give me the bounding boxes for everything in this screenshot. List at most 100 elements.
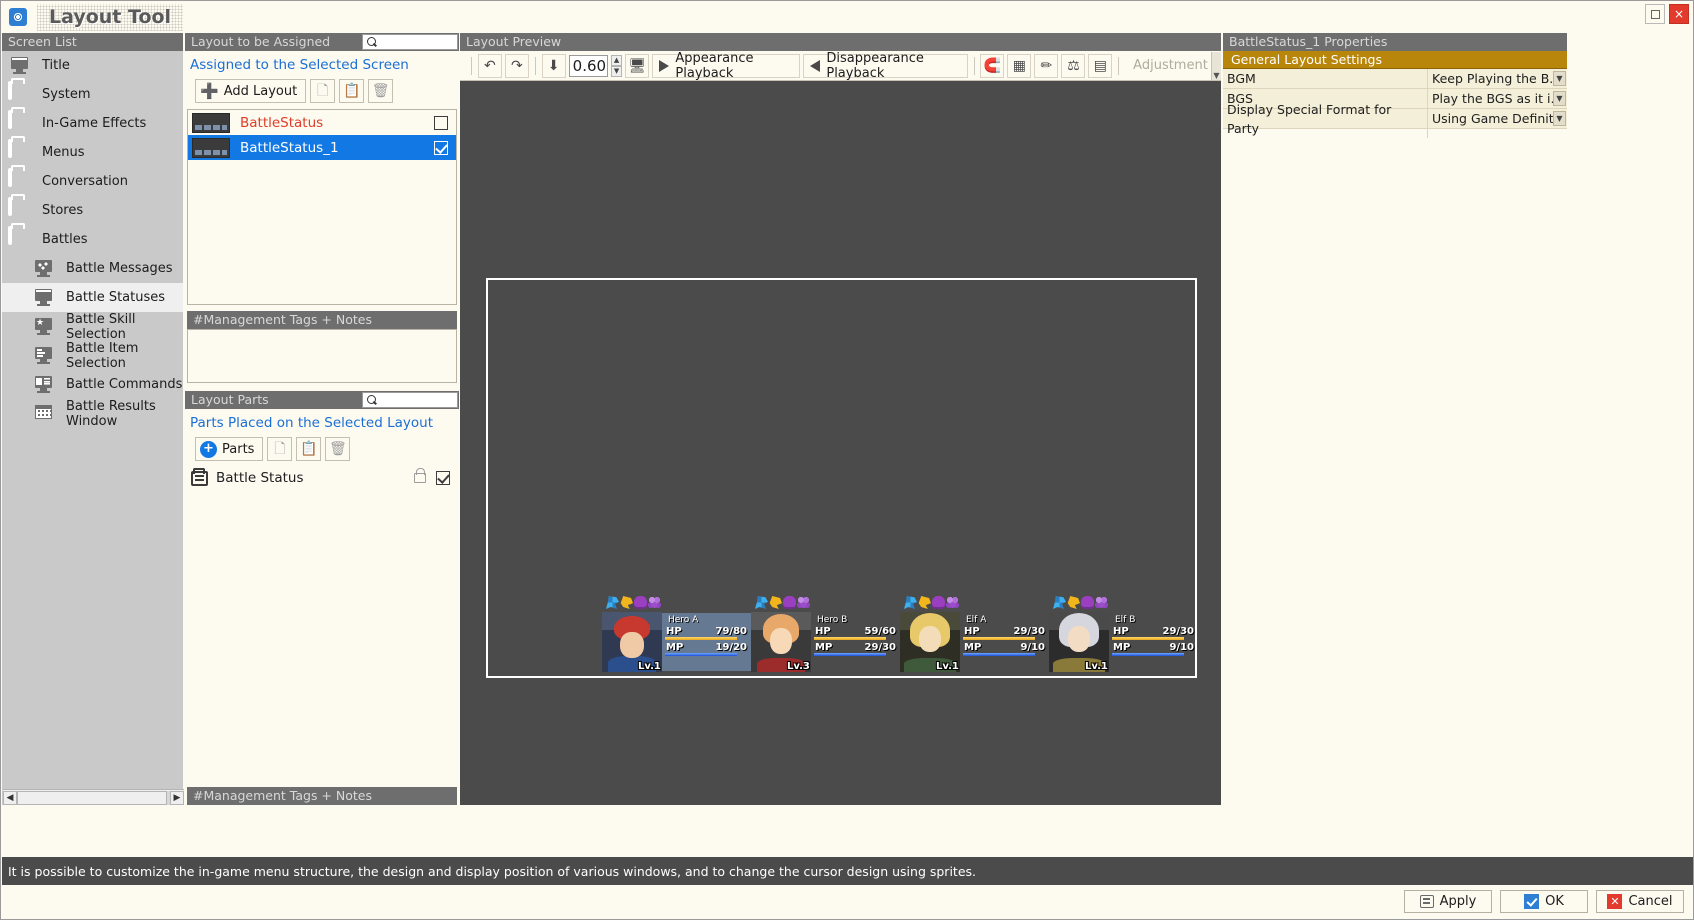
sidebar-item-menus[interactable]: Menus <box>2 138 183 167</box>
mp-value: 19/20 <box>716 642 747 653</box>
property-value: Play the BGS as it i... <box>1432 91 1562 106</box>
sidebar-item-title[interactable]: Title <box>2 51 183 80</box>
property-row[interactable]: Display Special Format for Party Using G… <box>1223 109 1567 129</box>
chevron-down-icon[interactable]: ▼ <box>1553 111 1566 126</box>
copy-part-button[interactable]: 🗋 <box>267 437 292 461</box>
sidebar-item-battle-results-window[interactable]: Battle Results Window <box>2 399 183 428</box>
scroll-left-arrow[interactable]: ◀ <box>3 791 17 805</box>
close-button[interactable]: × <box>1669 4 1689 24</box>
layout-search-box[interactable] <box>362 34 458 50</box>
preview-stage[interactable]: Hero A HP 79/80 MP 19/20 <box>486 278 1197 678</box>
sidebar-item-battles[interactable]: Battles <box>2 225 183 254</box>
checkmark-icon <box>1524 894 1539 909</box>
parts-search-input[interactable] <box>381 394 457 407</box>
properties-panel: BattleStatus_1 Properties General Layout… <box>1223 33 1567 805</box>
ok-label: OK <box>1545 894 1564 909</box>
member-level: Lv.1 <box>1085 661 1108 672</box>
zoom-up-arrow[interactable]: ▲ <box>611 55 623 66</box>
appearance-playback-button[interactable]: Appearance Playback <box>652 54 800 78</box>
battle-member[interactable]: Hero B HP 59/60 MP 29/30 <box>751 608 900 672</box>
magnet-snap-button[interactable]: 🧲 <box>980 54 1004 78</box>
app-logo-icon <box>9 8 27 26</box>
folder-icon <box>8 199 33 222</box>
layout-list-item[interactable]: BattleStatus_1 <box>188 135 456 160</box>
preview-canvas[interactable]: Hero A HP 79/80 MP 19/20 <box>460 81 1221 805</box>
apply-button[interactable]: Apply <box>1404 890 1492 913</box>
sidebar-item-label: Battle Item Selection <box>66 341 183 371</box>
screen-list-hscrollbar[interactable]: ◀ ▶ <box>3 789 184 805</box>
chevron-down-icon[interactable]: ▼ <box>1553 71 1566 86</box>
paste-layout-button[interactable]: 📋 <box>339 79 364 103</box>
sidebar-item-stores[interactable]: Stores <box>2 196 183 225</box>
layout-parts-title: Layout Parts <box>185 391 362 409</box>
battle-member[interactable]: Hero A HP 79/80 MP 19/20 <box>602 608 751 672</box>
add-layout-button[interactable]: ➕ Add Layout <box>195 79 306 103</box>
anchor-pin-button[interactable]: ⚖ <box>1061 54 1085 78</box>
battle-message-icon <box>32 257 57 280</box>
sidebar-item-battle-statuses[interactable]: Battle Statuses <box>2 283 183 312</box>
toolbar-separator <box>471 57 472 75</box>
properties-header: BattleStatus_1 Properties <box>1223 33 1567 51</box>
state-blue-icon <box>606 596 619 609</box>
parts-list-item[interactable]: Battle Status <box>185 465 459 491</box>
sidebar-item-battle-item-selection[interactable]: Battle Item Selection <box>2 341 183 370</box>
lock-icon[interactable] <box>414 473 426 483</box>
sidebar-item-battle-messages[interactable]: Battle Messages <box>2 254 183 283</box>
state-purple-icon <box>1081 596 1094 609</box>
layout-boxes-button[interactable]: ▤ <box>1088 54 1112 78</box>
parts-search-box[interactable] <box>362 392 458 408</box>
redo-button[interactable]: ↷ <box>505 54 529 78</box>
battle-member[interactable]: Elf A HP 29/30 MP 9/10 <box>900 608 1049 672</box>
folder-icon <box>8 112 33 135</box>
assigned-subtitle: Assigned to the Selected Screen <box>185 51 459 77</box>
cancel-button[interactable]: ✕ Cancel <box>1596 890 1684 913</box>
zoom-value-input[interactable]: 0.60 <box>569 55 608 77</box>
paste-part-button[interactable]: 📋 <box>296 437 321 461</box>
delete-part-button[interactable]: 🗑 <box>325 437 350 461</box>
layout-list-item[interactable]: BattleStatus <box>188 110 456 135</box>
sidebar-item-label: Menus <box>42 145 84 160</box>
add-parts-button[interactable]: + Parts <box>195 437 263 461</box>
hp-value: 59/60 <box>865 626 896 637</box>
battle-member[interactable]: Elf B HP 29/30 MP 9/10 <box>1049 608 1198 672</box>
fit-to-screen-button[interactable]: ⬇ <box>542 54 566 78</box>
undo-rotate-icon: ↶ <box>484 58 496 74</box>
sidebar-item-battle-commands[interactable]: Battle Commands <box>2 370 183 399</box>
delete-layout-button[interactable]: 🗑 <box>368 79 393 103</box>
mp-value: 9/10 <box>1169 642 1194 653</box>
scroll-track[interactable] <box>17 791 170 805</box>
scroll-right-arrow[interactable]: ▶ <box>170 791 184 805</box>
pen-tool-button[interactable]: ✏ <box>1034 54 1058 78</box>
layout-notes-area[interactable] <box>187 329 457 383</box>
display-preview-button[interactable]: 🖥 <box>625 54 649 78</box>
property-row[interactable]: BGM Keep Playing the B... ▼ <box>1223 69 1567 89</box>
zoom-stepper[interactable]: ▲ ▼ <box>611 55 623 77</box>
sidebar-item-conversation[interactable]: Conversation <box>2 167 183 196</box>
member-name: Hero B <box>813 615 897 626</box>
disappearance-playback-button[interactable]: Disappearance Playback <box>803 54 967 78</box>
layout-search-input[interactable] <box>381 36 457 49</box>
sidebar-item-label: Battle Messages <box>66 261 173 276</box>
scroll-thumb[interactable] <box>17 791 167 805</box>
member-name: Hero A <box>664 615 748 626</box>
sidebar-item-battle-skill-selection[interactable]: ★ Battle Skill Selection <box>2 312 183 341</box>
zoom-down-arrow[interactable]: ▼ <box>611 66 623 77</box>
layout-name: BattleStatus_1 <box>240 140 434 156</box>
sidebar-item-in-game-effects[interactable]: In-Game Effects <box>2 109 183 138</box>
sidebar-item-label: In-Game Effects <box>42 116 146 131</box>
member-name: Elf B <box>1111 615 1195 626</box>
skill-star-icon: ★ <box>32 315 57 338</box>
layout-enabled-checkbox[interactable] <box>434 141 448 155</box>
parts-button-row: + Parts 🗋 📋 🗑 <box>185 435 459 465</box>
part-visible-checkbox[interactable] <box>436 471 450 485</box>
chevron-down-icon[interactable]: ▼ <box>1553 91 1566 106</box>
ok-button[interactable]: OK <box>1500 890 1588 913</box>
copy-layout-button[interactable]: 🗋 <box>310 79 335 103</box>
sidebar-item-system[interactable]: System <box>2 80 183 109</box>
undo-button[interactable]: ↶ <box>478 54 502 78</box>
restore-button[interactable] <box>1645 4 1665 24</box>
layout-enabled-checkbox[interactable] <box>434 116 448 130</box>
toolbar-overflow-scroll[interactable]: ▼ <box>1211 52 1221 80</box>
sidebar-item-label: Battles <box>42 232 87 247</box>
grid-toggle-button[interactable]: ▦ <box>1007 54 1031 78</box>
